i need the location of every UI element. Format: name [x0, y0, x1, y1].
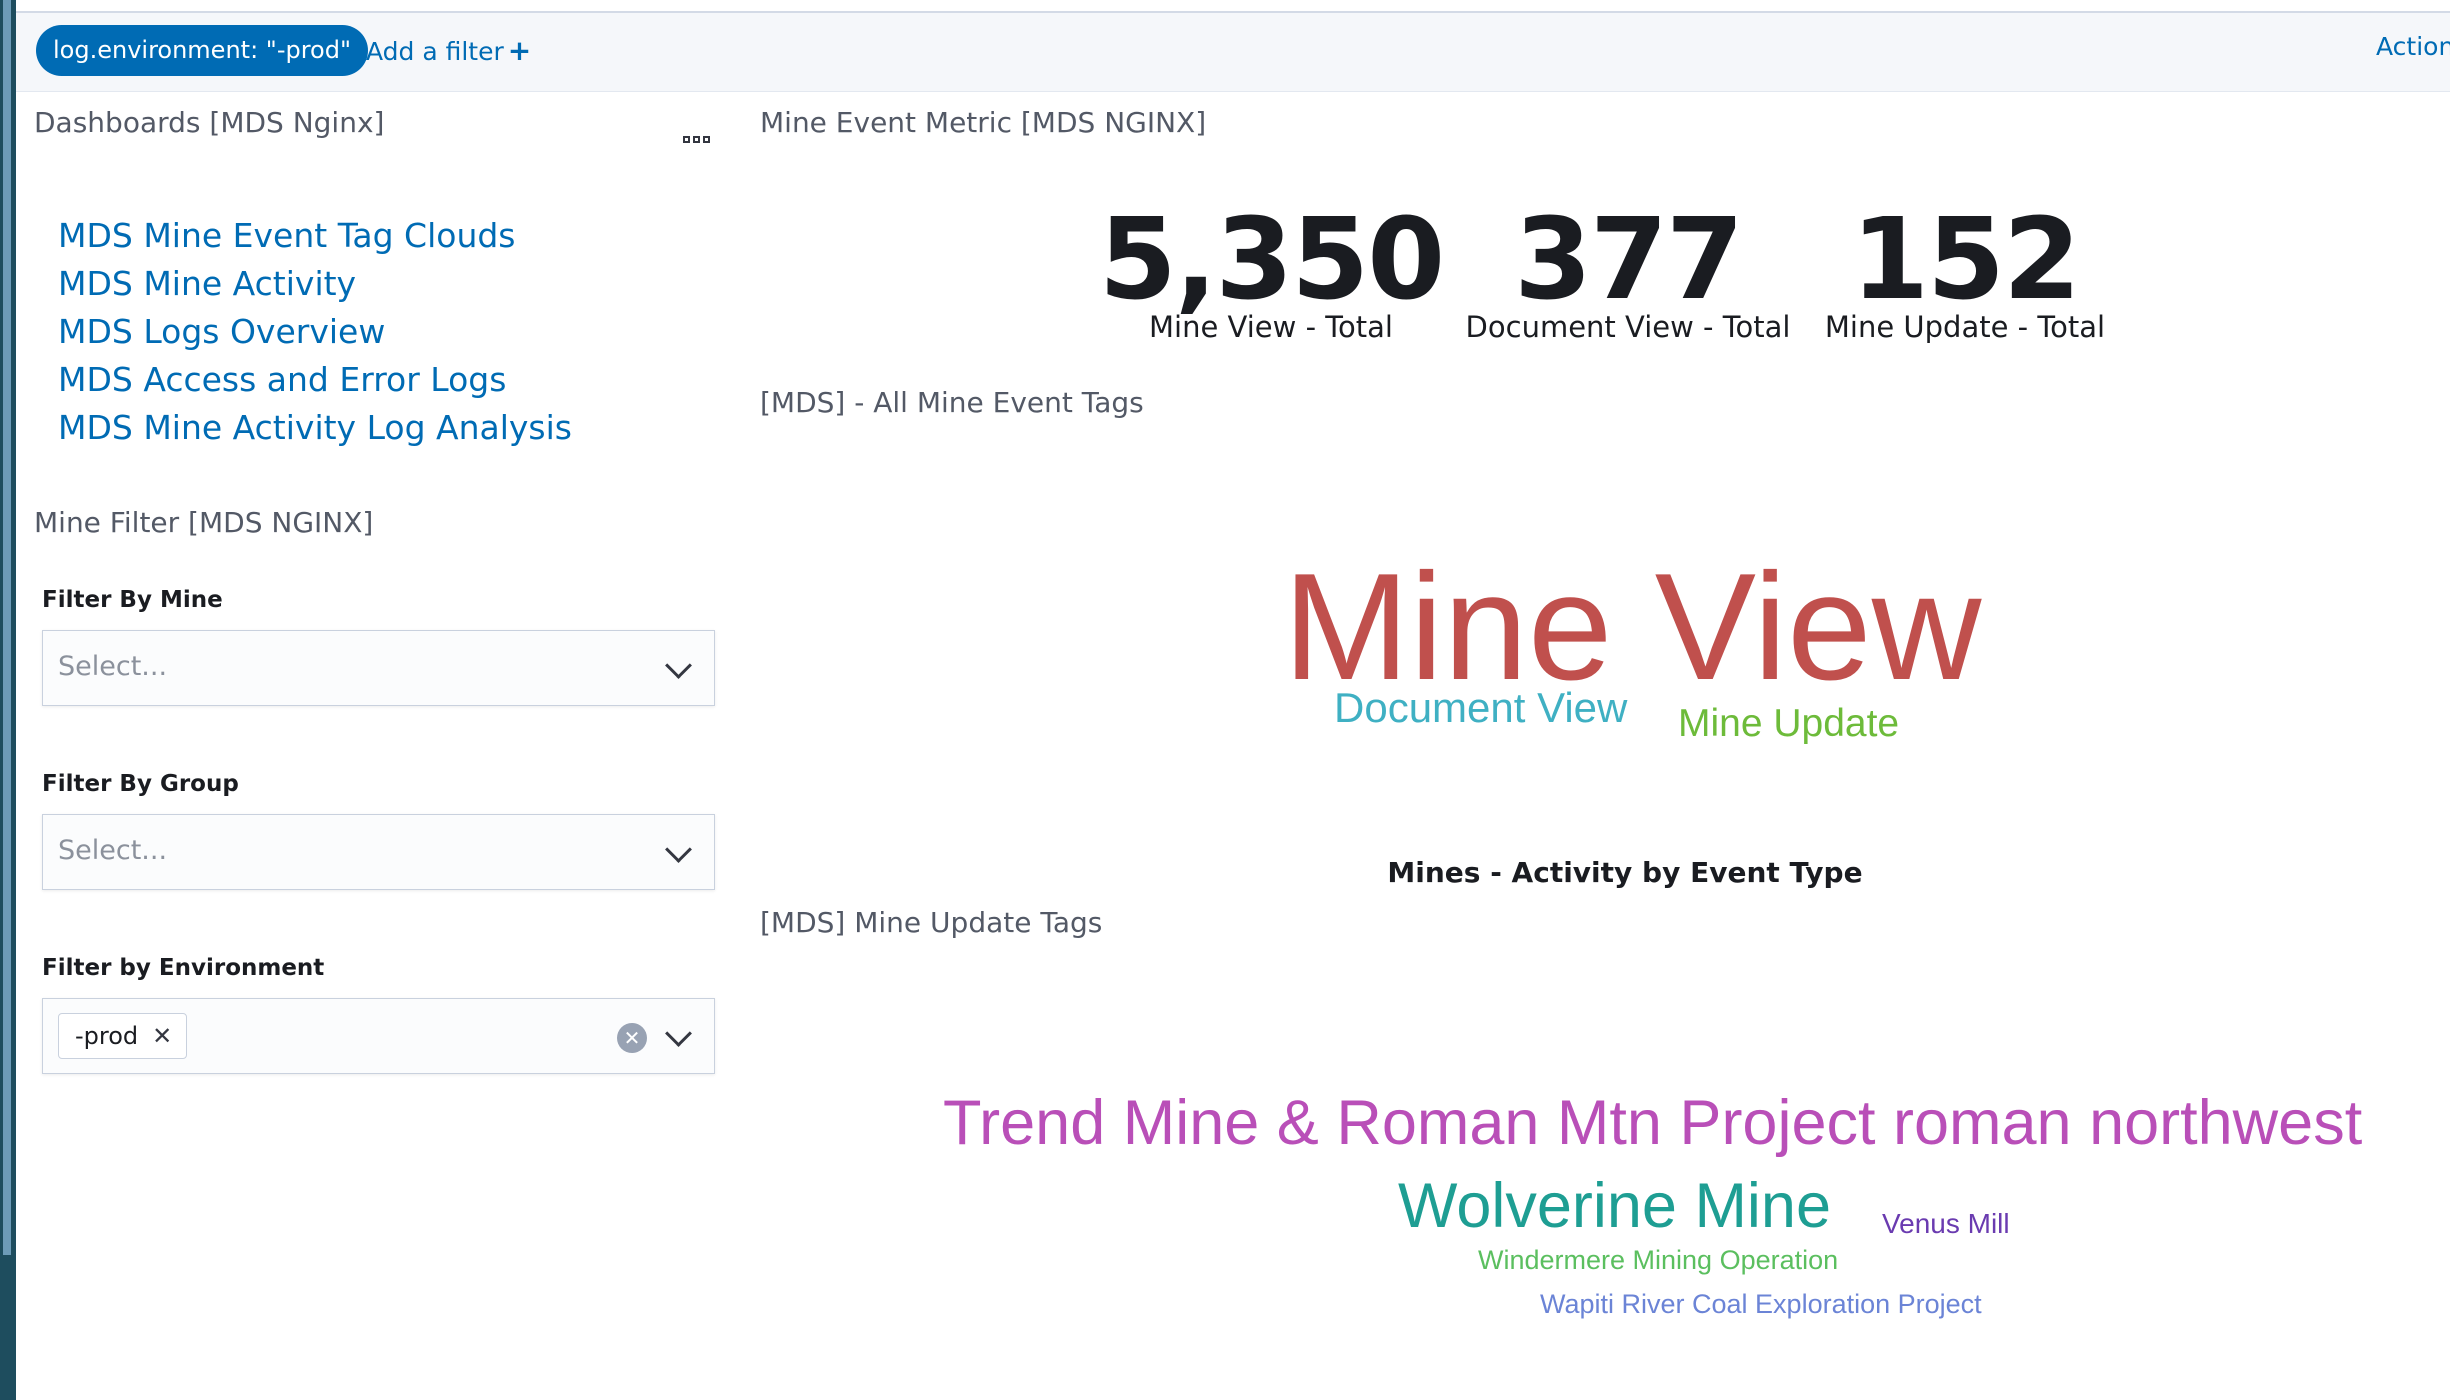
metric-label: Mine View - Total	[1149, 310, 1393, 344]
plus-icon: +	[507, 34, 532, 67]
activity-chart-title: Mines - Activity by Event Type	[1387, 856, 1863, 889]
tag-cloud-word[interactable]: Mine Update	[1678, 702, 1899, 746]
metric-value: 152	[1851, 195, 2081, 325]
dashboard-link[interactable]: MDS Mine Activity	[58, 264, 356, 303]
chevron-down-icon[interactable]	[665, 1020, 692, 1047]
metric-label: Mine Update - Total	[1824, 310, 2106, 344]
metric-panel-title: Mine Event Metric [MDS NGINX]	[760, 106, 1207, 139]
tag-cloud-word[interactable]: Windermere Mining Operation	[1478, 1245, 1838, 1276]
dashboard-link[interactable]: MDS Access and Error Logs	[58, 360, 506, 399]
event-tags-panel-title: [MDS] - All Mine Event Tags	[760, 386, 1144, 419]
filter-by-environment-label: Filter by Environment	[42, 955, 325, 981]
filter-by-group-label: Filter By Group	[42, 771, 239, 797]
update-tags-panel-title: [MDS] Mine Update Tags	[760, 906, 1103, 939]
add-filter-label: Add a filter	[366, 37, 504, 66]
filter-by-mine-label: Filter By Mine	[42, 587, 223, 613]
selected-chip: -prod ✕	[58, 1013, 188, 1059]
tag-cloud-word[interactable]: Document View	[1334, 684, 1627, 732]
metric-value: 5,350	[1098, 195, 1445, 325]
dashboard-link[interactable]: MDS Mine Activity Log Analysis	[58, 408, 572, 447]
dashboards-panel-title: Dashboards [MDS Nginx]	[34, 106, 385, 139]
dashboard-link[interactable]: MDS Logs Overview	[58, 312, 385, 351]
chevron-down-icon	[665, 652, 692, 679]
select-placeholder: Select...	[58, 651, 168, 682]
clear-selection-icon[interactable]: ✕	[617, 1023, 647, 1053]
tag-cloud-word[interactable]: Wapiti River Coal Exploration Project	[1540, 1289, 1982, 1320]
add-filter-link[interactable]: Add a filter +	[366, 34, 531, 67]
filter-pill[interactable]: log.environment: "-prod"	[36, 25, 369, 76]
chip-label: -prod	[75, 1022, 139, 1050]
tag-cloud-word[interactable]: Venus Mill	[1882, 1208, 2010, 1240]
filter-by-environment-select[interactable]: -prod ✕ ✕	[42, 998, 715, 1074]
left-scroll-indicator[interactable]	[3, 0, 11, 1255]
actions-link[interactable]: Action	[2376, 32, 2450, 61]
filter-by-mine-select[interactable]: Select...	[42, 630, 715, 706]
mine-filter-panel-title: Mine Filter [MDS NGINX]	[34, 506, 374, 539]
dashboard-link[interactable]: MDS Mine Event Tag Clouds	[58, 216, 516, 255]
remove-chip-icon[interactable]: ✕	[152, 1022, 172, 1050]
tag-cloud-word[interactable]: Wolverine Mine	[1398, 1170, 1831, 1242]
tag-cloud-word[interactable]: Trend Mine & Roman Mtn Project roman nor…	[943, 1087, 2362, 1159]
panel-options-icon[interactable]	[683, 128, 717, 143]
